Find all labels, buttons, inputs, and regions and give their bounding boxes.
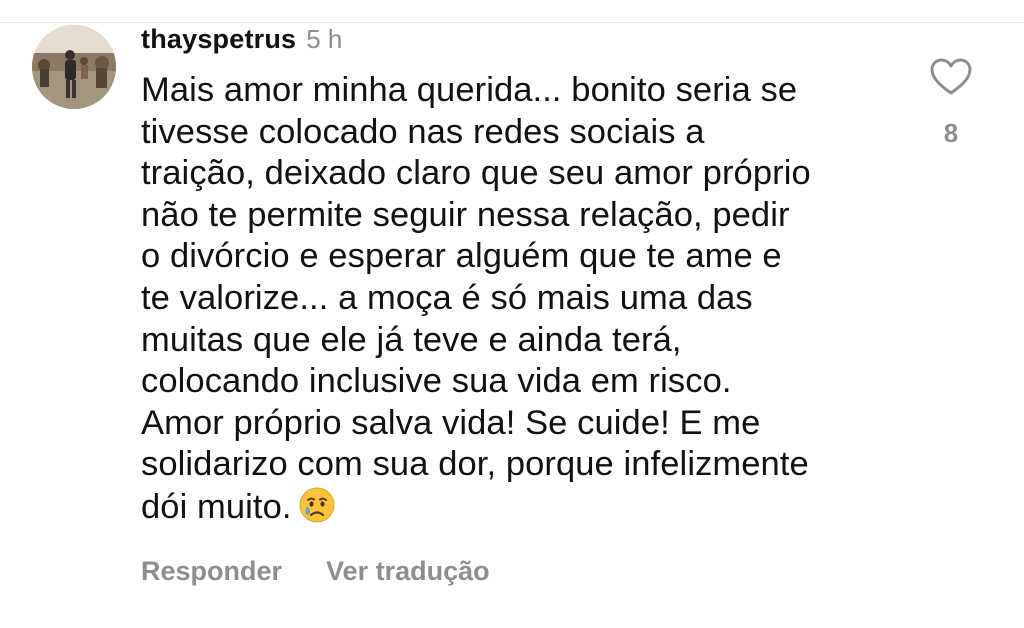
timestamp: 5 h xyxy=(306,24,343,54)
crying-face-icon xyxy=(298,486,336,535)
avatar-photo xyxy=(32,25,116,109)
like-control: 8 xyxy=(928,58,974,149)
avatar[interactable] xyxy=(32,25,116,109)
comment-line: o divórcio e esperar alguém que te ame e xyxy=(141,237,782,276)
comment-line: muitas que ele já teve e ainda terá, xyxy=(141,320,682,359)
comment: thayspetrus 5 h Mais amor minha querida.… xyxy=(141,24,901,535)
reply-button[interactable]: Responder xyxy=(141,556,282,587)
comment-line: Mais amor minha querida... bonito seria … xyxy=(141,71,798,109)
comment-line: dói muito. xyxy=(141,487,292,526)
comment-line: traição, deixado claro que seu amor próp… xyxy=(141,154,811,193)
comment-meta: thayspetrus 5 h xyxy=(141,24,901,60)
comment-line: Amor próprio salva vida! Se cuide! E me xyxy=(141,403,761,442)
comment-line: solidarizo com sua dor, porque infelizme… xyxy=(141,445,809,484)
translate-button[interactable]: Ver tradução xyxy=(326,556,490,587)
comment-actions: Responder Ver tradução xyxy=(141,556,490,587)
comment-line: não te permite seguir nessa relação, ped… xyxy=(141,195,790,234)
like-count: 8 xyxy=(943,118,959,148)
comment-line: tivesse colocado nas redes sociais a xyxy=(141,112,705,151)
heart-outline-icon[interactable] xyxy=(930,58,972,96)
comment-text: Mais amor minha querida... bonito seria … xyxy=(141,70,901,535)
top-divider xyxy=(0,22,1024,23)
comment-line: colocando inclusive sua vida em risco. xyxy=(141,362,732,401)
username[interactable]: thayspetrus xyxy=(141,24,296,55)
comment-line: te valorize... a moça é só mais uma das xyxy=(141,278,753,317)
